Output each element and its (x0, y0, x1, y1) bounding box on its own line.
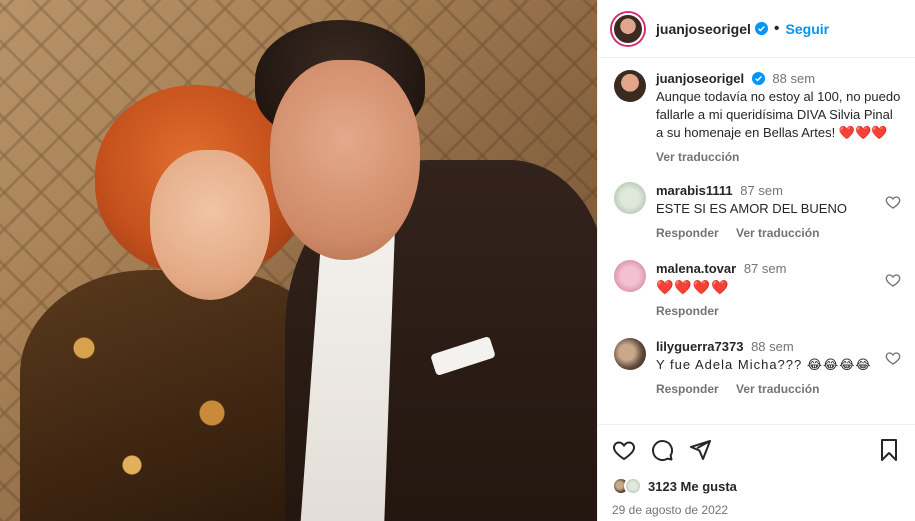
caption-translate-link[interactable]: Ver traducción (656, 150, 739, 164)
like-comment-heart-icon[interactable] (885, 350, 901, 366)
author-avatar[interactable] (612, 12, 644, 45)
share-send-icon[interactable] (688, 438, 712, 462)
comment-time: 87 sem (740, 183, 783, 198)
caption-avatar[interactable] (614, 70, 646, 102)
post-actions: 3123 Me gusta 29 de agosto de 2022 (598, 424, 915, 517)
comments-list[interactable]: juanjoseorigel 88 sem Aunque todavía no … (598, 58, 915, 424)
comment-username[interactable]: lilyguerra7373 (656, 339, 743, 354)
caption: juanjoseorigel 88 sem Aunque todavía no … (614, 70, 901, 166)
comment-username[interactable]: malena.tovar (656, 261, 736, 276)
verified-badge-icon (751, 72, 765, 85)
post-sidebar: juanjoseorigel • Seguir juanjoseorigel 8… (597, 0, 915, 521)
follow-button[interactable]: Seguir (786, 21, 830, 37)
like-comment-heart-icon[interactable] (885, 272, 901, 288)
woman-face (150, 150, 270, 300)
comment-avatar[interactable] (614, 338, 646, 370)
reply-button[interactable]: Responder (656, 226, 719, 240)
liker-avatar (624, 477, 642, 495)
translate-link[interactable]: Ver traducción (736, 226, 819, 240)
author-username[interactable]: juanjoseorigel (656, 21, 751, 37)
comment-time: 88 sem (751, 339, 794, 354)
like-comment-heart-icon[interactable] (885, 194, 901, 210)
comment-item: malena.tovar 87 sem ❤️❤️❤️❤️ Responder (614, 260, 901, 320)
reply-button[interactable]: Responder (656, 304, 719, 318)
caption-username[interactable]: juanjoseorigel (656, 71, 744, 86)
post-date[interactable]: 29 de agosto de 2022 (612, 503, 901, 517)
likes-count[interactable]: 3123 Me gusta (648, 479, 737, 494)
save-bookmark-icon[interactable] (877, 438, 901, 462)
post-header: juanjoseorigel • Seguir (598, 0, 915, 58)
man-face (270, 60, 420, 260)
likes-row: 3123 Me gusta (612, 477, 901, 495)
comment-item: lilyguerra7373 88 sem Y fue Adela Micha?… (614, 338, 901, 398)
comment-avatar[interactable] (614, 182, 646, 214)
separator-dot: • (773, 19, 780, 37)
comment-text: Y fue Adela Micha??? 😂😂😂😂 (656, 357, 872, 372)
comment-username[interactable]: marabis1111 (656, 183, 733, 198)
comment-time: 87 sem (743, 261, 787, 276)
comment-icon[interactable] (650, 438, 674, 462)
reply-button[interactable]: Responder (656, 382, 719, 396)
caption-time: 88 sem (772, 71, 816, 86)
like-heart-icon[interactable] (612, 438, 636, 462)
caption-text: Aunque todavía no estoy al 100, no puedo… (656, 89, 901, 140)
translate-link[interactable]: Ver traducción (736, 382, 819, 396)
comment-text: ❤️❤️❤️❤️ (656, 279, 730, 295)
comment-item: marabis1111 87 sem ESTE SI ES AMOR DEL B… (614, 182, 901, 242)
verified-badge-icon (754, 22, 768, 35)
comment-avatar[interactable] (614, 260, 646, 292)
post-photo[interactable] (0, 0, 597, 521)
comment-text: ESTE SI ES AMOR DEL BUENO (656, 201, 847, 216)
